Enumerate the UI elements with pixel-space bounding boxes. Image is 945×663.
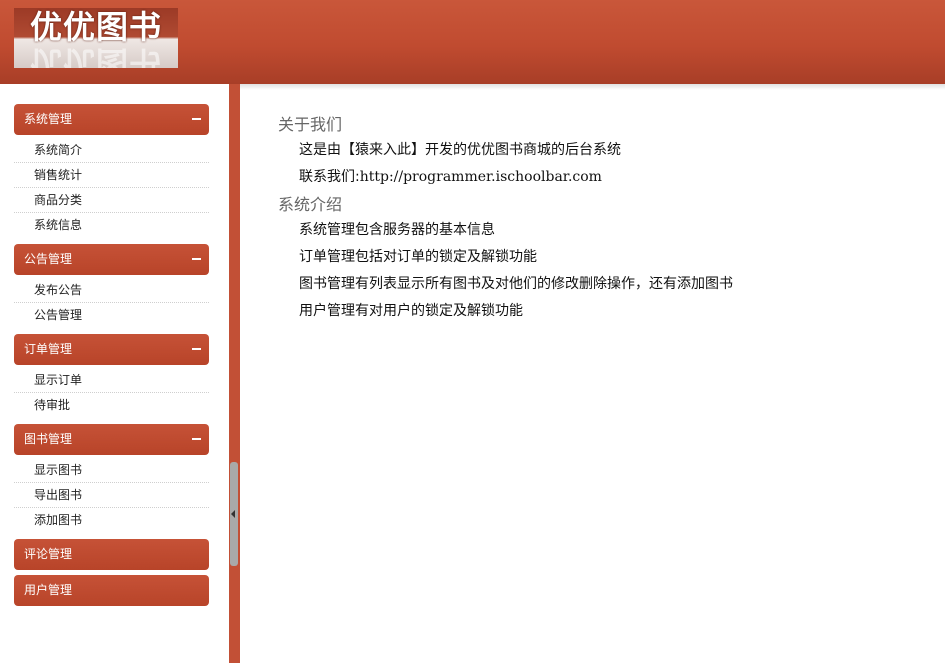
menu-list-order: 显示订单 待审批 [14, 365, 209, 417]
menu-header-book[interactable]: 图书管理 [14, 424, 209, 455]
menu-group-user: 用户管理 [14, 575, 209, 606]
menu-item-product-category[interactable]: 商品分类 [14, 188, 209, 213]
minus-icon[interactable] [192, 438, 201, 440]
menu-list-system: 系统简介 销售统计 商品分类 系统信息 [14, 135, 209, 237]
menu-header-order[interactable]: 订单管理 [14, 334, 209, 365]
splitter-handle[interactable] [230, 462, 238, 566]
sidebar-menu: 系统管理 系统简介 销售统计 商品分类 系统信息 公告管理 发布公告 公告管理 … [0, 84, 229, 663]
menu-header-label: 图书管理 [24, 432, 73, 446]
about-title: 关于我们 [278, 115, 343, 134]
contact-line: 联系我们:http://programmer.ischoolbar.com [278, 164, 918, 191]
menu-group-system: 系统管理 系统简介 销售统计 商品分类 系统信息 [14, 104, 209, 237]
menu-header-label: 公告管理 [24, 252, 73, 266]
main-content: 关于我们 这是由【猿来入此】开发的优优图书商城的后台系统 联系我们:http:/… [278, 113, 918, 325]
minus-icon[interactable] [192, 348, 201, 350]
menu-list-book: 显示图书 导出图书 添加图书 [14, 455, 209, 532]
menu-header-label: 订单管理 [24, 342, 73, 356]
site-logo[interactable]: 优优图书 优优图书 [14, 8, 178, 68]
logo-text: 优优图书 [29, 8, 162, 46]
menu-header-comment[interactable]: 评论管理 [14, 539, 209, 570]
menu-list-notice: 发布公告 公告管理 [14, 275, 209, 327]
menu-header-label: 系统管理 [24, 112, 73, 126]
logo-reflection: 优优图书 [29, 44, 162, 68]
intro-title: 系统介绍 [278, 195, 343, 214]
menu-item-show-orders[interactable]: 显示订单 [14, 368, 209, 393]
menu-group-comment: 评论管理 [14, 539, 209, 570]
menu-item-manage-notice[interactable]: 公告管理 [14, 303, 209, 327]
menu-header-label: 评论管理 [24, 547, 73, 561]
minus-icon[interactable] [192, 118, 201, 120]
menu-group-book: 图书管理 显示图书 导出图书 添加图书 [14, 424, 209, 532]
menu-item-system-intro[interactable]: 系统简介 [14, 138, 209, 163]
menu-header-user[interactable]: 用户管理 [14, 575, 209, 606]
menu-item-sales-stats[interactable]: 销售统计 [14, 163, 209, 188]
intro-line: 图书管理有列表显示所有图书及对他们的修改删除操作，还有添加图书 [299, 276, 733, 292]
intro-line: 用户管理有对用户的锁定及解锁功能 [299, 303, 523, 319]
menu-item-export-books[interactable]: 导出图书 [14, 483, 209, 508]
menu-item-publish-notice[interactable]: 发布公告 [14, 278, 209, 303]
contact-url: http://programmer.ischoolbar.com [359, 169, 602, 185]
menu-header-notice[interactable]: 公告管理 [14, 244, 209, 275]
header-bar: 优优图书 优优图书 [0, 0, 945, 84]
intro-line: 系统管理包含服务器的基本信息 [299, 222, 495, 238]
menu-header-label: 用户管理 [24, 583, 73, 597]
contact-label: 联系我们: [299, 169, 360, 185]
menu-item-pending-approval[interactable]: 待审批 [14, 393, 209, 417]
minus-icon[interactable] [192, 258, 201, 260]
intro-line: 订单管理包括对订单的锁定及解锁功能 [299, 249, 537, 265]
about-line: 这是由【猿来入此】开发的优优图书商城的后台系统 [299, 142, 621, 158]
menu-item-add-book[interactable]: 添加图书 [14, 508, 209, 532]
menu-item-system-info[interactable]: 系统信息 [14, 213, 209, 237]
menu-group-notice: 公告管理 发布公告 公告管理 [14, 244, 209, 327]
triangle-left-icon[interactable] [231, 510, 235, 518]
menu-header-system[interactable]: 系统管理 [14, 104, 209, 135]
menu-item-show-books[interactable]: 显示图书 [14, 458, 209, 483]
menu-group-order: 订单管理 显示订单 待审批 [14, 334, 209, 417]
layout-splitter[interactable] [229, 84, 240, 663]
